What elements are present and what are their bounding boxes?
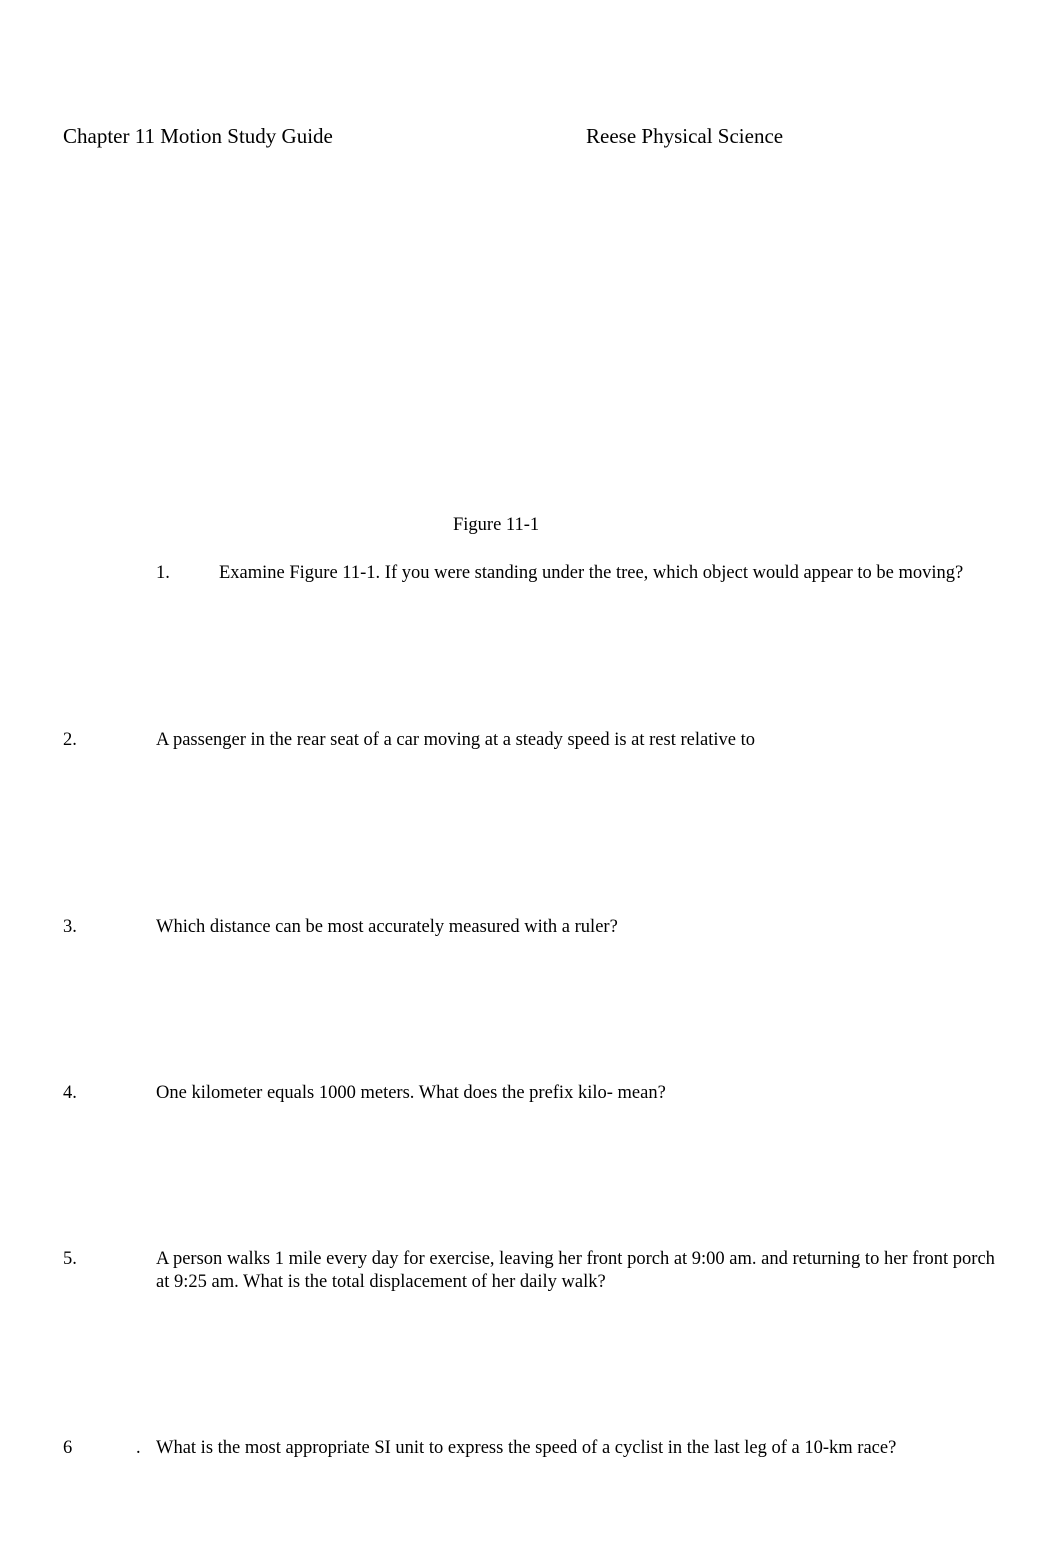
question-text: Which distance can be most accurately me… xyxy=(156,917,618,937)
question-text: One kilometer equals 1000 meters. What d… xyxy=(156,1083,666,1103)
question-number: 4. xyxy=(63,1083,77,1103)
question-text: What is the most appropriate SI unit to … xyxy=(156,1438,897,1458)
question-number: 2. xyxy=(63,730,77,750)
question-number: 3. xyxy=(63,917,77,937)
question-text: A passenger in the rear seat of a car mo… xyxy=(156,730,755,750)
figure-caption: Figure 11-1 xyxy=(453,515,540,535)
question-number: 5. xyxy=(63,1249,77,1269)
course-name: Reese Physical Science xyxy=(586,124,784,148)
question-number-dot: . xyxy=(136,1438,141,1458)
figure-placeholder xyxy=(150,180,910,500)
question-text: A person walks 1 mile every day for exer… xyxy=(156,1249,995,1292)
document-title: Chapter 11 Motion Study Guide xyxy=(63,124,333,148)
question-number: 1. xyxy=(156,563,170,583)
question-text: Examine Figure 11-1. If you were standin… xyxy=(219,563,964,583)
question-number: 6 xyxy=(63,1438,73,1458)
